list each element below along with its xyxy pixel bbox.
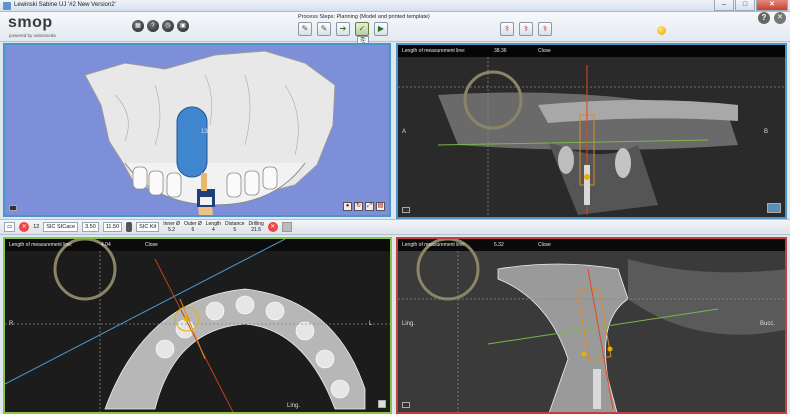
title-bar: Lewinski Sabine UJ '#2 New Version2' – □…	[0, 0, 790, 12]
implant-number-label: 13	[201, 129, 208, 135]
image-export-icon[interactable]	[767, 203, 781, 213]
implant-length-field[interactable]: 11.50	[102, 222, 123, 232]
measurement-value: 4.04	[101, 242, 111, 248]
close-icon[interactable]: ✕	[774, 12, 786, 24]
measurement-close-button[interactable]: Close	[538, 48, 551, 54]
window-close-button[interactable]: ✕	[756, 0, 788, 11]
view-options-icon[interactable]	[402, 402, 410, 408]
view-options-icon[interactable]	[402, 207, 410, 213]
camera-icon[interactable]: ▣	[177, 20, 189, 32]
app-logo: smop	[8, 14, 53, 31]
axial-ct-image	[398, 57, 785, 217]
panoramic-view-panel[interactable]: Length of measurement line: 4.04 Close R…	[3, 237, 392, 414]
process-steps-label: Process Steps: Planning (Model and print…	[298, 14, 430, 20]
implant-system-field[interactable]: SIC SICace	[43, 222, 79, 232]
cross-section-view-panel[interactable]: Length of measurement line: 5.32 Close L…	[396, 237, 787, 414]
window-controls: – □ ✕	[714, 0, 788, 12]
step-4-button[interactable]: ✓	[355, 22, 369, 36]
logo-subtitle: powered by swissmeda	[9, 33, 56, 38]
kit-icon	[126, 222, 133, 232]
implant-count: 12	[33, 224, 40, 230]
param-inner-diameter: Inner Ø 5.2	[163, 221, 180, 233]
3d-view-panel[interactable]: 13 ● ↻ ⤢ ▤	[3, 43, 391, 217]
measurement-label: Length of measurement line:	[402, 48, 466, 54]
orientation-left: A	[402, 129, 407, 135]
measurement-close-button[interactable]: Close	[538, 242, 551, 248]
tooth-tool-3-button[interactable]: ⚕	[538, 22, 552, 36]
cross-section-ct-image	[398, 239, 785, 412]
main-toolbar: smop powered by swissmeda ▦ ? ◷ ▣ Proces…	[0, 12, 790, 42]
window-title: Lewinski Sabine UJ '#2 New Version2'	[14, 2, 116, 8]
orientation-bottom: Ling.	[287, 403, 301, 409]
panel-toggle-icon[interactable]: ▭	[4, 222, 16, 232]
delete-implant-icon[interactable]: ✕	[19, 222, 30, 232]
view-options-icon[interactable]	[9, 205, 17, 211]
remove-sleeve-icon[interactable]: ✕	[267, 222, 278, 232]
help-circle-icon[interactable]: ?	[147, 20, 159, 32]
minimize-button[interactable]: –	[714, 0, 734, 11]
orientation-right: B	[764, 129, 769, 135]
kit-field[interactable]: SIC Kit	[136, 222, 160, 232]
step-5-button[interactable]: ▶	[374, 22, 388, 36]
panoramic-ct-image	[5, 239, 390, 412]
implant-diameter-field[interactable]: 3.50	[82, 222, 99, 232]
param-length: Length 4	[205, 221, 222, 233]
implant-parameter-bar: ▭ ✕ 12 SIC SICace 3.50 11.50 SIC Kit Inn…	[0, 219, 790, 235]
3d-model-render	[84, 50, 336, 215]
maximize-button[interactable]: □	[735, 0, 755, 11]
zoom-icon[interactable]: ⤢	[365, 202, 374, 211]
measurement-value: 5.32	[494, 242, 504, 248]
grid-icon[interactable]: ▦	[132, 20, 144, 32]
reset-view-icon[interactable]: ●	[343, 202, 352, 211]
param-outer-diameter: Outer Ø6	[183, 221, 202, 233]
status-indicator	[657, 26, 666, 35]
orientation-left: R	[9, 321, 14, 327]
3d-controls: ● ↻ ⤢ ▤	[343, 202, 385, 212]
measurement-label: Length of measurement line:	[9, 242, 73, 248]
measurement-value: 38.36	[494, 48, 507, 54]
orientation-right: L	[369, 321, 373, 327]
step-1-button[interactable]: ✎	[298, 22, 312, 36]
param-drilling: Drilling 21.5	[248, 221, 264, 233]
step-3-button[interactable]: ➔	[336, 22, 350, 36]
fullscreen-icon[interactable]	[378, 400, 386, 408]
measurement-close-button[interactable]: Close	[145, 242, 158, 248]
tooth-tool-2-button[interactable]: ⚕	[519, 22, 533, 36]
measurement-label: Length of measurement line:	[402, 242, 466, 248]
param-distance: Distance 5	[225, 221, 245, 233]
orientation-left: Ling.	[402, 321, 416, 327]
step-2-button[interactable]: ✎	[317, 22, 331, 36]
tooth-tool-1-button[interactable]: ⚕	[500, 22, 514, 36]
orientation-right: Bucc.	[760, 321, 776, 327]
clock-icon[interactable]: ◷	[162, 20, 174, 32]
trash-icon[interactable]	[281, 222, 292, 232]
settings-icon[interactable]: ▤	[376, 202, 385, 211]
app-icon	[3, 2, 11, 10]
help-icon[interactable]: ?	[758, 12, 770, 24]
rotate-icon[interactable]: ↻	[354, 202, 363, 211]
axial-view-panel[interactable]: Length of measurement line: 38.36 Close …	[396, 43, 787, 219]
